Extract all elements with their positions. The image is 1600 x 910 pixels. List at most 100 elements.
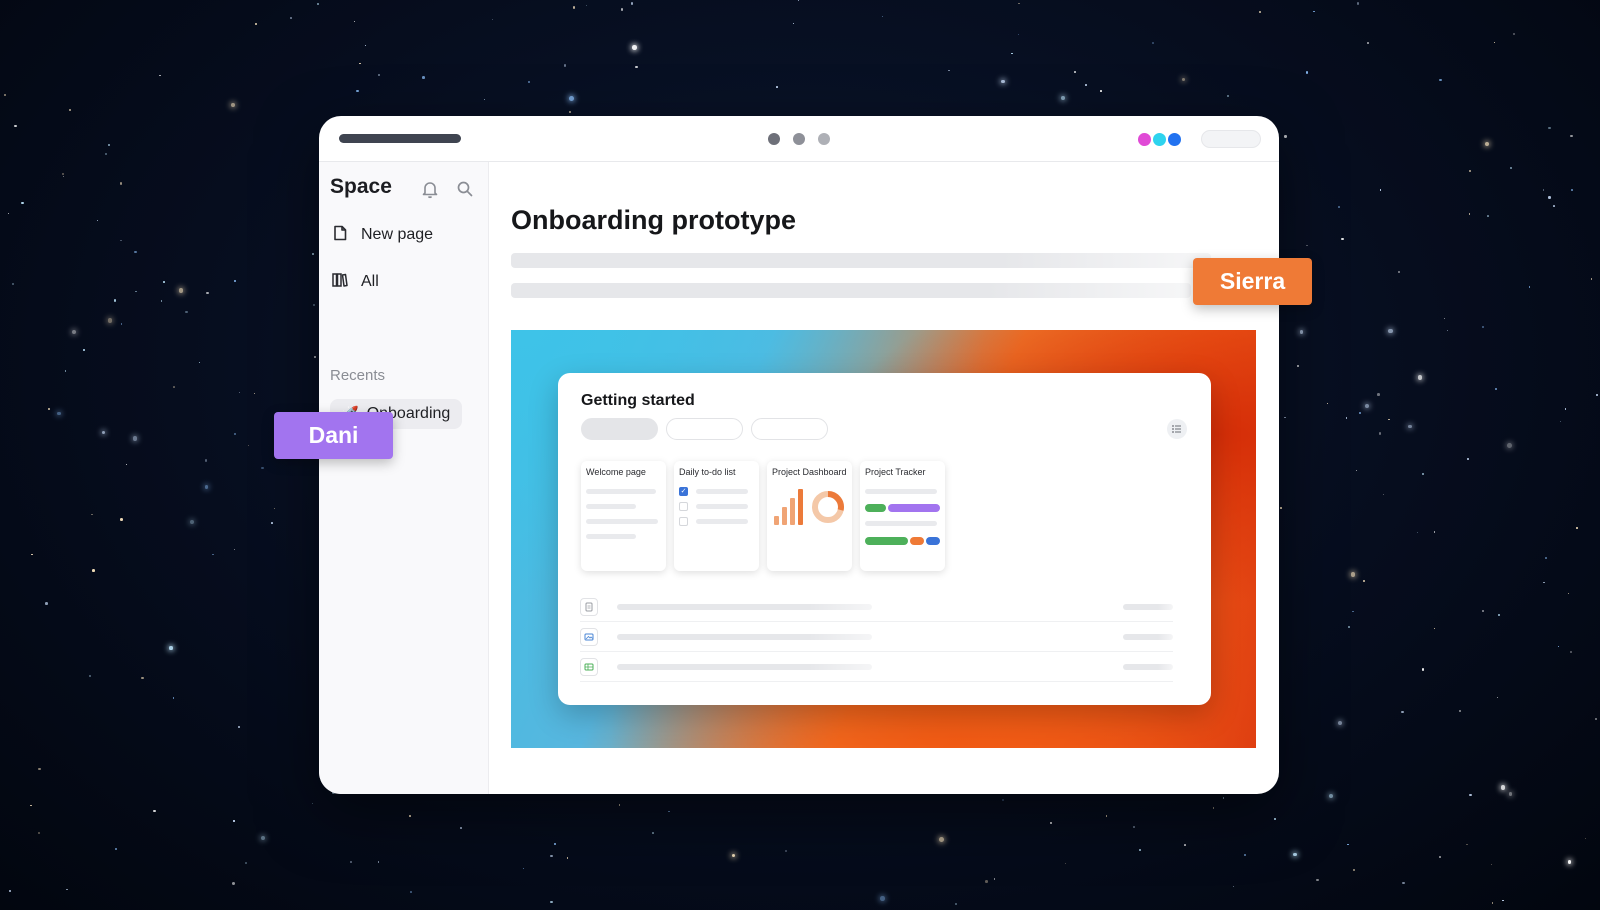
- star: [621, 8, 624, 11]
- checkbox-checked: ✓: [679, 487, 688, 496]
- star: [1482, 609, 1485, 612]
- star: [190, 520, 195, 525]
- star: [313, 303, 316, 306]
- star: [57, 411, 61, 415]
- sidebar-item-label: New page: [361, 226, 434, 243]
- star: [1100, 90, 1102, 92]
- star: [172, 697, 175, 699]
- filter-pill-active[interactable]: [581, 418, 658, 440]
- text-placeholder: [511, 283, 1191, 298]
- star: [483, 98, 485, 100]
- star: [881, 16, 883, 18]
- star: [1421, 472, 1424, 475]
- star: [356, 89, 359, 93]
- star: [880, 896, 885, 902]
- star: [1139, 849, 1141, 851]
- star: [69, 108, 72, 111]
- template-card-welcome-page[interactable]: Welcome page: [581, 461, 666, 571]
- star: [1212, 807, 1215, 809]
- share-field[interactable]: [1201, 130, 1261, 148]
- filter-pill[interactable]: [666, 418, 743, 440]
- checkbox: [679, 502, 688, 511]
- star: [491, 18, 493, 21]
- bell-icon[interactable]: [419, 178, 441, 200]
- star: [108, 318, 113, 323]
- star: [159, 74, 161, 77]
- star: [1018, 2, 1021, 5]
- sidebar-item-all[interactable]: All: [331, 267, 379, 297]
- star: [1401, 710, 1404, 714]
- star: [1350, 571, 1356, 577]
- star: [204, 485, 209, 490]
- star: [238, 391, 240, 393]
- star: [1347, 843, 1349, 845]
- star: [120, 239, 122, 242]
- star: [784, 849, 787, 852]
- window-dot-3[interactable]: [818, 133, 830, 145]
- star: [114, 848, 118, 851]
- star: [1258, 10, 1261, 14]
- star: [1377, 393, 1380, 397]
- star: [422, 76, 425, 79]
- star: [359, 63, 361, 65]
- star: [1416, 531, 1418, 533]
- star: [550, 900, 553, 904]
- star: [1011, 52, 1014, 55]
- star: [37, 831, 41, 835]
- page-title[interactable]: Onboarding prototype: [511, 205, 796, 236]
- template-card-project-tracker[interactable]: Project Tracker: [860, 461, 945, 571]
- star: [1468, 213, 1471, 215]
- avatar[interactable]: [1166, 131, 1183, 148]
- title-placeholder: [339, 134, 461, 143]
- collaborator-name: Sierra: [1219, 268, 1286, 294]
- star: [1458, 710, 1461, 713]
- star: [92, 569, 95, 572]
- list-view-icon[interactable]: [1167, 419, 1187, 439]
- star: [1508, 792, 1513, 797]
- star: [107, 143, 111, 147]
- list-item[interactable]: [580, 652, 1173, 682]
- star: [1421, 668, 1424, 671]
- star: [101, 430, 106, 435]
- star: [1560, 420, 1562, 422]
- sidebar-item-new-page[interactable]: New page: [331, 220, 433, 250]
- app-window: Space New page All Recents 🚀 Onboarding …: [319, 116, 1279, 794]
- star: [312, 253, 314, 255]
- star: [153, 809, 156, 813]
- star: [1557, 646, 1559, 648]
- star: [1433, 627, 1435, 629]
- star: [667, 810, 670, 813]
- star: [3, 93, 7, 97]
- star: [1590, 278, 1593, 280]
- star: [1509, 166, 1513, 170]
- star: [1181, 77, 1185, 81]
- star: [792, 23, 794, 25]
- star: [105, 152, 108, 155]
- star: [1417, 375, 1423, 380]
- search-icon[interactable]: [454, 178, 476, 200]
- template-card-daily-to-do-list[interactable]: Daily to-do list ✓: [674, 461, 759, 571]
- template-title: Welcome page: [586, 467, 646, 477]
- star: [1064, 863, 1067, 865]
- star: [618, 804, 621, 806]
- star: [237, 725, 241, 729]
- recents-heading: Recents: [330, 367, 386, 384]
- star: [253, 392, 255, 394]
- star: [1378, 432, 1382, 435]
- star: [554, 843, 557, 846]
- star: [1328, 793, 1334, 799]
- list-item[interactable]: [580, 622, 1173, 652]
- list-item[interactable]: [580, 592, 1173, 622]
- window-dot-1[interactable]: [768, 133, 780, 145]
- star: [1433, 531, 1435, 533]
- star: [1494, 42, 1496, 44]
- star: [1444, 318, 1446, 320]
- star: [1466, 843, 1468, 846]
- star: [233, 549, 235, 551]
- window-dot-2[interactable]: [793, 133, 805, 145]
- star: [88, 674, 91, 677]
- template-card-project-dashboard[interactable]: Project Dashboard: [767, 461, 852, 571]
- star: [1595, 393, 1598, 396]
- star: [349, 861, 352, 864]
- filter-pill[interactable]: [751, 418, 828, 440]
